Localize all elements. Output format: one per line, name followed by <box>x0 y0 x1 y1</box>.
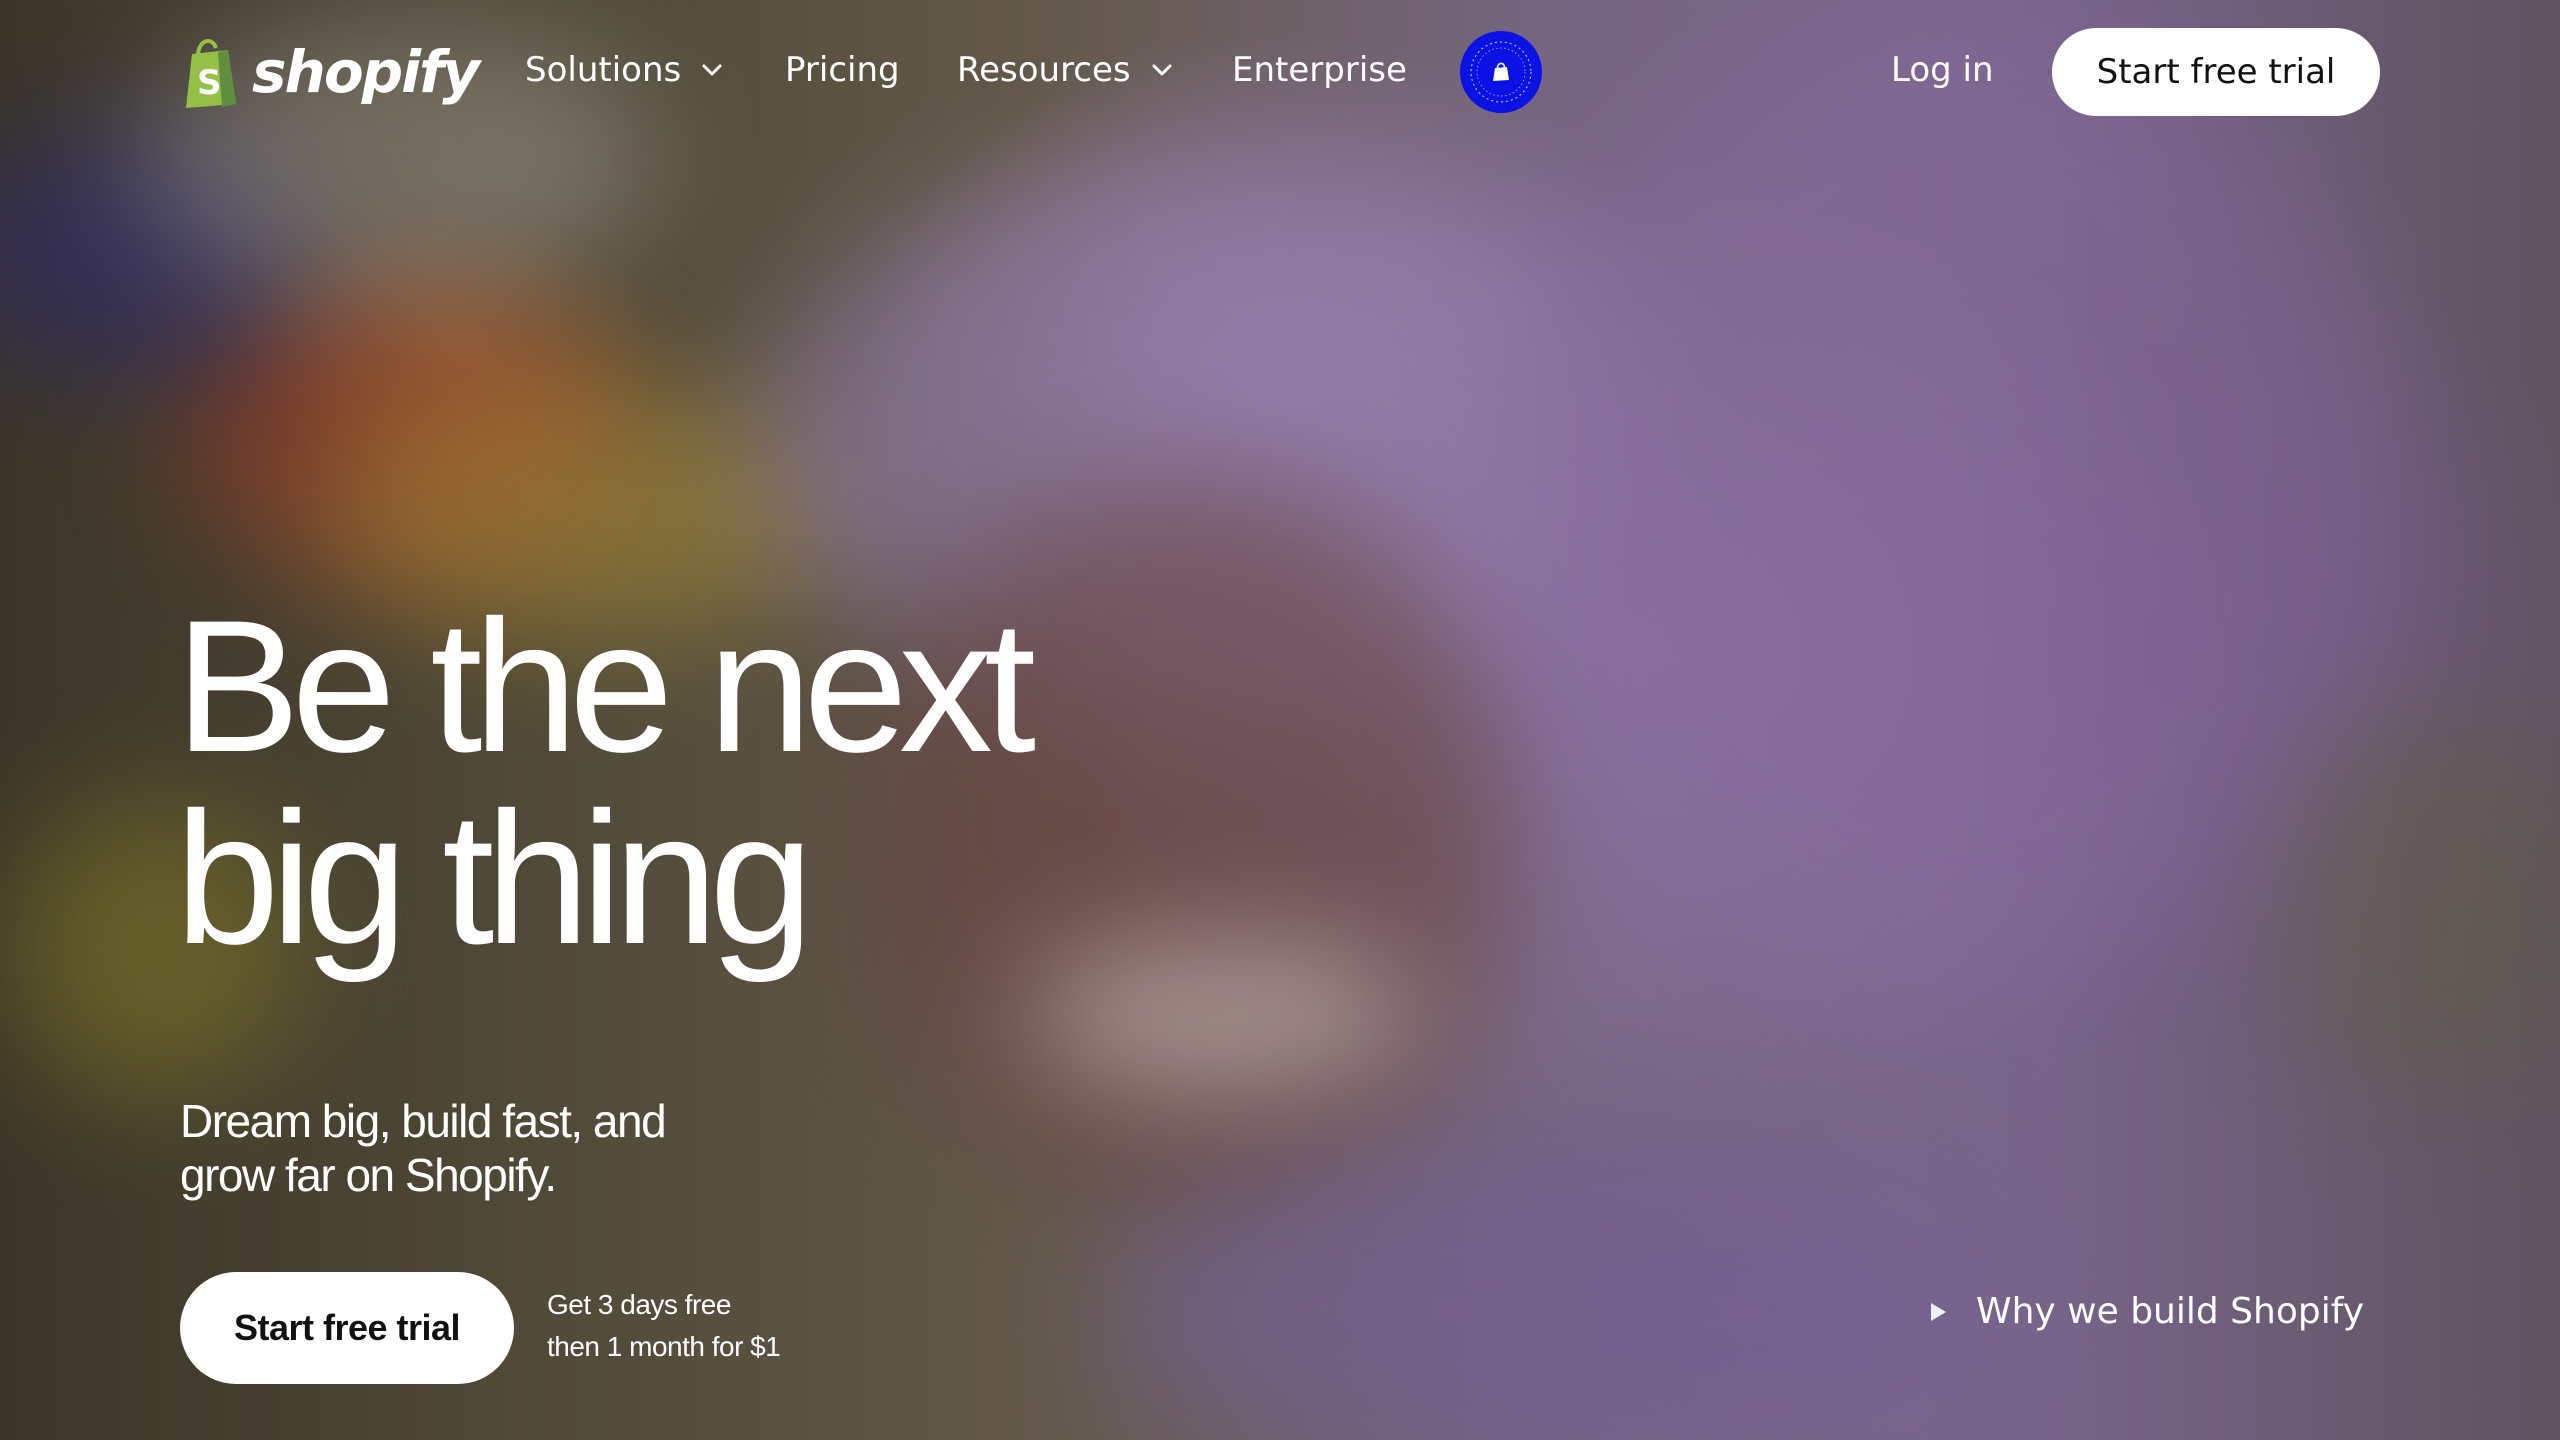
login-link[interactable]: Log in <box>1891 48 1994 92</box>
why-we-build-video-link[interactable]: Why we build Shopify <box>1928 1288 2364 1336</box>
hero-headline-line-2: big thing <box>175 773 814 983</box>
hero-headline: Be the next big thing <box>175 581 1036 983</box>
nav-solutions-label: Solutions <box>525 50 682 90</box>
hero-start-free-trial-button[interactable]: Start free trial <box>180 1272 514 1384</box>
chevron-down-icon <box>1152 64 1172 76</box>
trial-offer-line-2: then 1 month for $1 <box>547 1331 781 1362</box>
nav-start-free-trial-button[interactable]: Start free trial <box>2052 28 2380 116</box>
nav-pricing[interactable]: Pricing <box>785 48 900 92</box>
brand-wordmark: shopify <box>252 38 480 106</box>
trial-offer-line-1: Get 3 days free <box>547 1289 731 1320</box>
nav-pricing-label: Pricing <box>785 50 900 90</box>
editions-badge-button[interactable] <box>1460 31 1542 113</box>
shopify-logo-link[interactable]: S shopify <box>178 34 480 110</box>
why-we-build-label: Why we build Shopify <box>1976 1291 2365 1332</box>
shopify-editions-badge-icon <box>1470 41 1532 103</box>
hero-subheading: Dream big, build fast, and grow far on S… <box>180 1095 667 1201</box>
play-icon <box>1931 1303 1946 1321</box>
nav-resources-label: Resources <box>957 50 1131 90</box>
chevron-down-icon <box>702 64 722 76</box>
nav-enterprise[interactable]: Enterprise <box>1232 48 1407 92</box>
shopify-bag-icon: S <box>186 39 236 108</box>
nav-resources[interactable]: Resources <box>957 48 1175 92</box>
nav-solutions[interactable]: Solutions <box>525 48 725 92</box>
top-navigation: S shopify Solutions Pricing Resources En… <box>0 0 2560 144</box>
trial-offer-note: Get 3 days free then 1 month for $1 <box>547 1284 781 1368</box>
hero-headline-line-1: Be the next <box>175 581 1036 791</box>
nav-enterprise-label: Enterprise <box>1232 50 1407 90</box>
svg-text:S: S <box>197 63 222 103</box>
